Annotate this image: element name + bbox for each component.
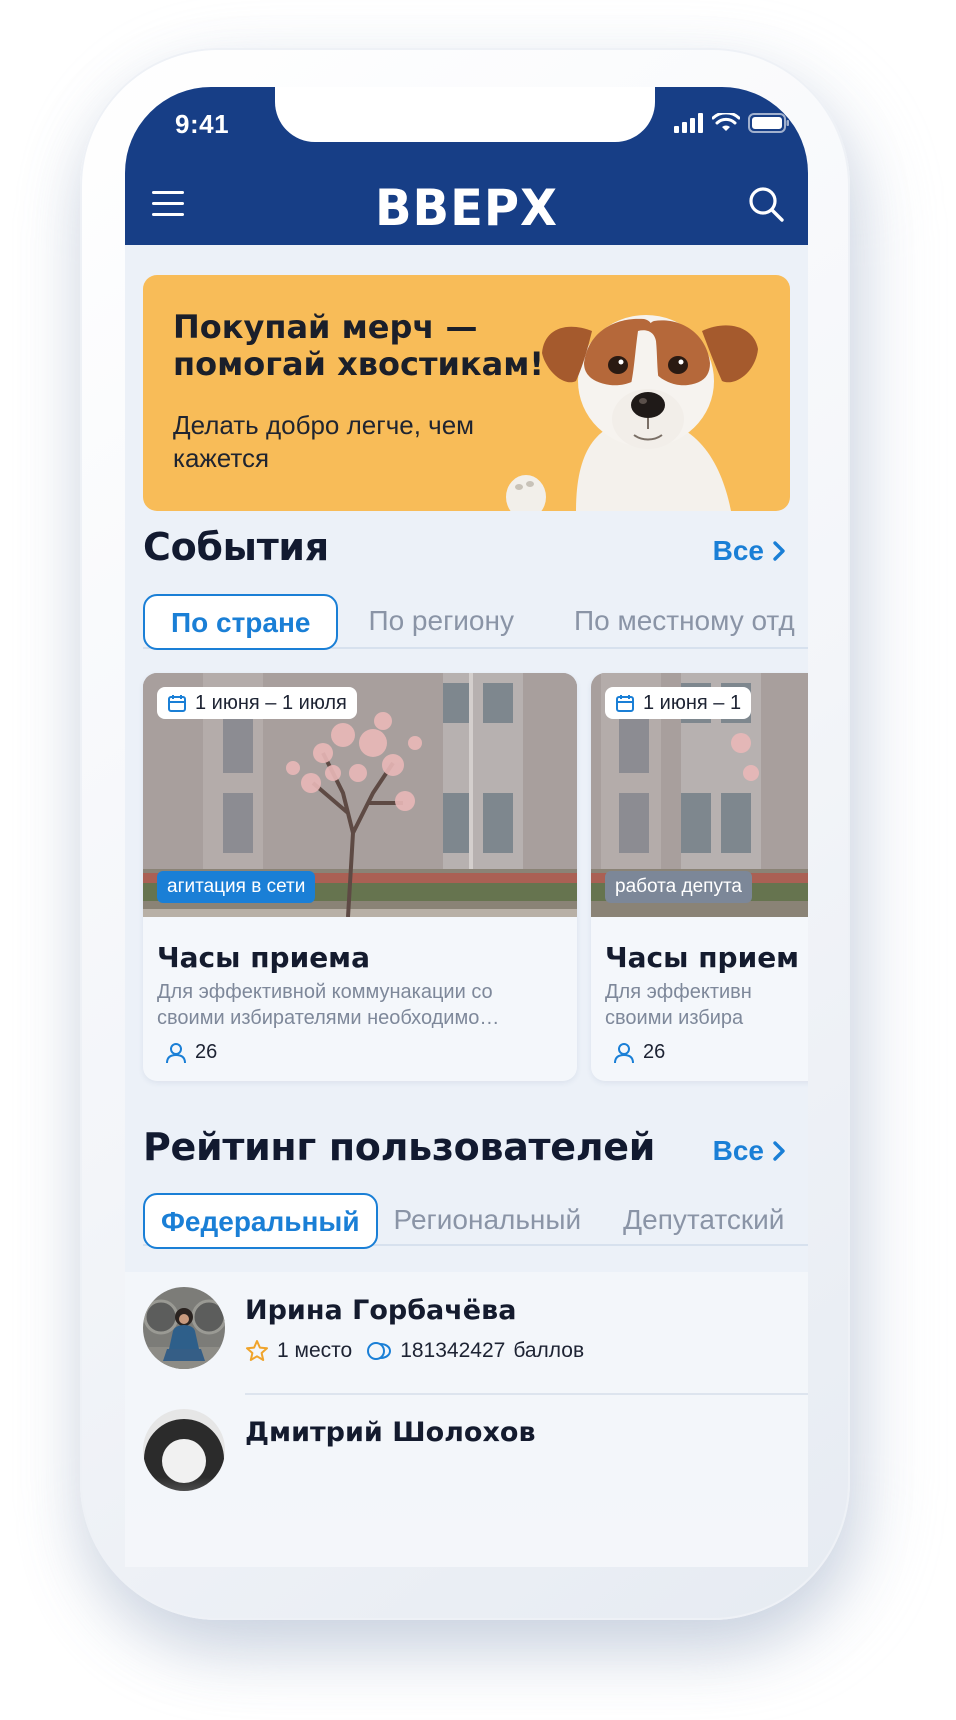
banner-title: Покупай мерч — помогай хвостикам! <box>173 308 544 383</box>
promo-banner[interactable]: Покупай мерч — помогай хвостикам! Делать… <box>143 275 790 511</box>
user-points: 181342427 <box>400 1339 506 1362</box>
list-divider <box>245 1393 808 1395</box>
user-icon <box>614 1042 634 1063</box>
event-date: 1 июня – 1 июля <box>195 691 347 714</box>
user-place: 1 место <box>277 1339 353 1362</box>
status-time: 9:41 <box>175 109 230 139</box>
event-tag: работа депута <box>605 871 752 903</box>
event-date: 1 июня – 1 <box>643 691 742 714</box>
user-name: Ирина Горбачёва <box>245 1295 517 1326</box>
tab-federal[interactable]: Федеральный <box>143 1193 378 1249</box>
points-coins-icon <box>367 1342 392 1360</box>
avatar <box>143 1409 225 1491</box>
app-logo[interactable]: ВВЕРХ <box>139 179 795 237</box>
list-item[interactable]: Ирина Горбачёва 1 место 181342427 баллов <box>143 1287 783 1387</box>
rating-section-title: Рейтинг пользователей <box>143 1125 656 1169</box>
app-header: 9:41 ВВЕРХ <box>125 87 808 245</box>
tab-regional[interactable]: Региональный <box>378 1193 598 1249</box>
event-title: Часы приема <box>157 941 370 974</box>
tab-local-branch[interactable]: По местному отд <box>544 594 808 650</box>
event-description: Для эффективной коммунакации со своими и… <box>157 981 500 1029</box>
calendar-icon <box>616 695 634 712</box>
events-tabs: По стране По региону По местному отд <box>143 594 808 650</box>
dog-image <box>506 315 758 511</box>
status-icons <box>674 113 790 133</box>
search-icon <box>749 187 784 222</box>
events-see-all-label: Все <box>712 535 764 566</box>
tab-region[interactable]: По региону <box>338 594 544 650</box>
tab-deputy[interactable]: Депутатский <box>597 1193 808 1249</box>
event-description: Для эффективн своими избира <box>605 981 752 1029</box>
tab-country[interactable]: По стране <box>143 594 339 650</box>
events-see-all-link[interactable]: Все <box>713 535 786 567</box>
event-participants: 26 <box>613 1041 665 1064</box>
events-section-title: События <box>143 525 329 569</box>
cellular-signal-icon <box>674 113 703 133</box>
event-date-badge: 1 июня – 1 <box>605 687 752 719</box>
event-card[interactable]: 1 июня – 1 июля агитация в сети Часы при… <box>143 673 577 1081</box>
rating-see-all-link[interactable]: Все <box>713 1135 786 1167</box>
search-button[interactable] <box>746 184 786 224</box>
participants-count: 26 <box>643 1041 666 1063</box>
event-tag: агитация в сети <box>157 871 316 903</box>
rating-list: Ирина Горбачёва 1 место 181342427 баллов <box>125 1272 808 1567</box>
star-icon <box>246 1340 268 1361</box>
user-stats: 1 место 181342427 баллов <box>245 1339 584 1363</box>
calendar-icon <box>168 695 186 712</box>
battery-icon <box>748 113 789 133</box>
rating-see-all-label: Все <box>712 1135 764 1166</box>
app-screen: 9:41 ВВЕРХ Покупай мерч — помогай хвости… <box>125 87 808 1567</box>
participants-count: 26 <box>195 1041 218 1063</box>
chevron-right-icon <box>773 541 785 561</box>
chevron-right-icon <box>773 1141 785 1161</box>
user-icon <box>166 1042 186 1063</box>
avatar <box>143 1287 225 1369</box>
user-name: Дмитрий Шолохов <box>245 1417 536 1448</box>
list-item[interactable]: Дмитрий Шолохов <box>143 1409 783 1509</box>
event-card[interactable]: 1 июня – 1 работа депута Часы прием Для … <box>591 673 808 1081</box>
event-participants: 26 <box>165 1041 217 1064</box>
wifi-icon <box>712 113 740 131</box>
banner-subtitle: Делать добро легче, чем кажется <box>173 410 475 473</box>
rating-tabs: Федеральный Региональный Депутатский <box>143 1193 808 1249</box>
user-points-label: баллов <box>513 1339 585 1362</box>
event-date-badge: 1 июня – 1 июля <box>157 687 357 719</box>
event-title: Часы прием <box>605 941 800 974</box>
device-notch <box>275 87 655 142</box>
